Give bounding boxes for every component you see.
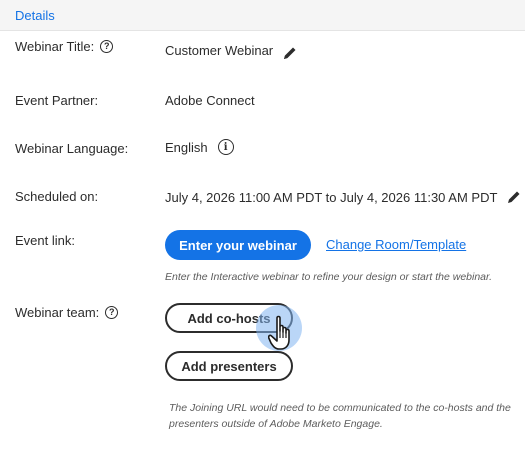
info-circle-icon[interactable]: i: [217, 139, 234, 155]
scheduled-value: July 4, 2026 11:00 AM PDT to July 4, 202…: [165, 189, 498, 205]
webinar-language-value: English: [165, 139, 208, 155]
event-partner-value-row: Adobe Connect: [165, 93, 255, 108]
event-partner-label: Event Partner:: [15, 93, 99, 108]
scheduled-label: Scheduled on:: [15, 189, 99, 204]
event-link-label: Event link:: [15, 233, 75, 248]
event-partner-value: Adobe Connect: [165, 93, 255, 108]
team-hint-line2: presenters outside of Adobe Marketo Enga…: [169, 418, 383, 430]
pencil-icon[interactable]: [506, 189, 522, 205]
webinar-language-label-row: Webinar Language:: [15, 141, 128, 156]
add-presenters-button[interactable]: Add presenters: [165, 351, 293, 381]
event-link-label-row: Event link:: [15, 233, 75, 248]
tab-details[interactable]: Details: [15, 8, 55, 23]
webinar-team-label-row: Webinar team: ?: [15, 305, 119, 320]
hand-pointer-icon: [268, 315, 290, 350]
pencil-icon[interactable]: [282, 45, 298, 61]
webinar-team-label: Webinar team:: [15, 305, 100, 320]
scheduled-value-row: July 4, 2026 11:00 AM PDT to July 4, 202…: [165, 189, 522, 205]
question-circle-icon[interactable]: ?: [100, 40, 114, 53]
team-hint-line1: The Joining URL would need to be communi…: [169, 402, 511, 414]
webinar-title-value: Customer Webinar: [165, 42, 274, 58]
webinar-language-value-row: English i: [165, 139, 234, 155]
details-header-bar: Details: [0, 0, 525, 31]
webinar-title-label: Webinar Title:: [15, 39, 95, 54]
change-room-template-link[interactable]: Change Room/Template: [326, 237, 466, 252]
event-link-hint: Enter the Interactive webinar to refine …: [165, 271, 493, 283]
question-circle-icon[interactable]: ?: [105, 306, 119, 319]
event-partner-label-row: Event Partner:: [15, 93, 98, 108]
enter-webinar-button[interactable]: Enter your webinar: [165, 230, 311, 260]
webinar-title-label-row: Webinar Title: ?: [15, 39, 114, 54]
scheduled-label-row: Scheduled on:: [15, 189, 98, 204]
webinar-title-value-row: Customer Webinar: [165, 39, 298, 61]
webinar-language-label: Webinar Language:: [15, 141, 129, 156]
